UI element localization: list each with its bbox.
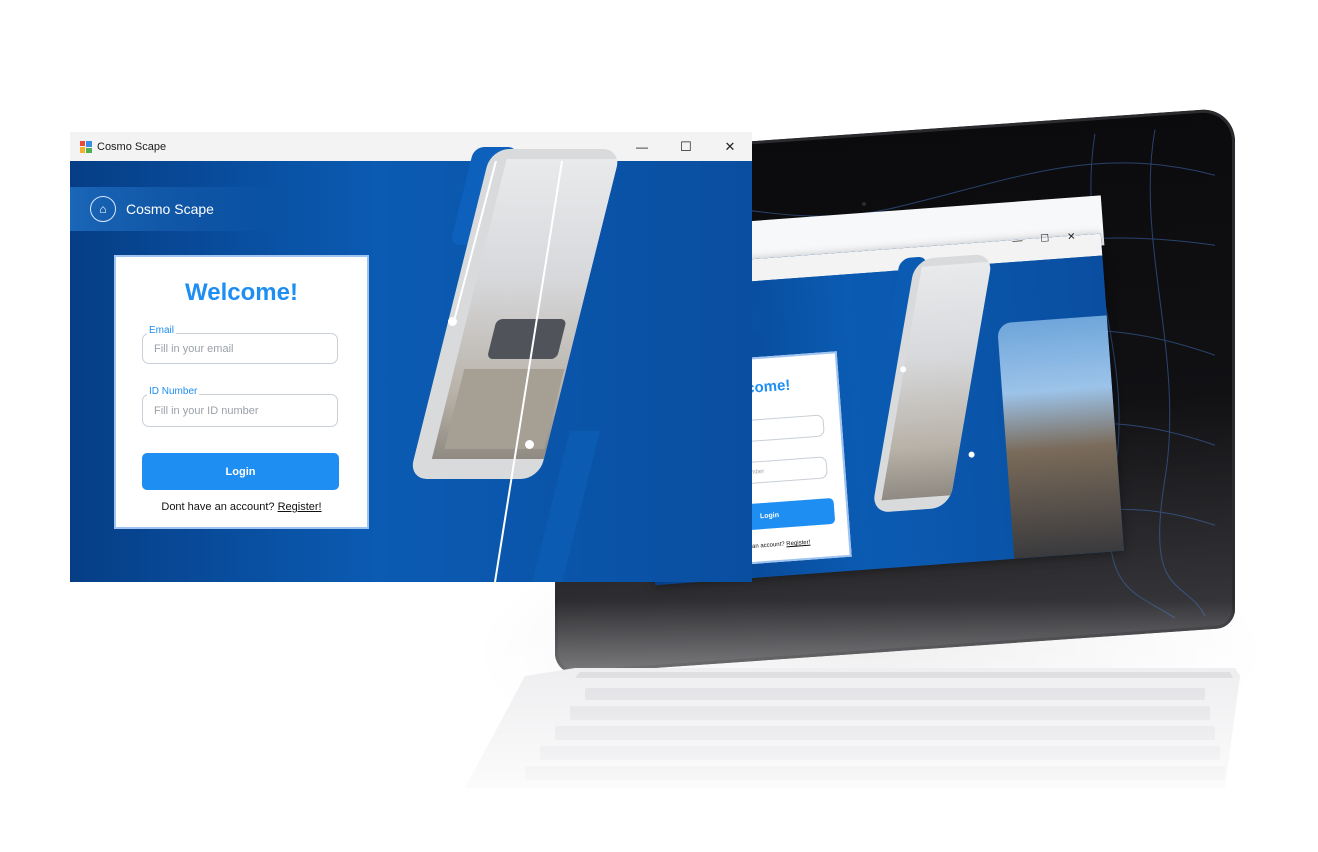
mini-close-button[interactable]: ✕ xyxy=(1067,231,1076,243)
mini-maximize-button[interactable]: ☐ xyxy=(1040,233,1050,245)
main-window-title: Cosmo Scape xyxy=(97,140,167,153)
laptop-keyboard-base xyxy=(465,668,1240,788)
decorative-lines xyxy=(453,161,563,582)
main-app-window: Cosmo Scape — ☐ ✕ ⌂ Cosmo Scape Welcome!… xyxy=(70,132,752,582)
id-number-input[interactable]: Fill in your ID number xyxy=(142,394,338,427)
main-stage: ⌂ Cosmo Scape Welcome! Fill in your emai… xyxy=(70,147,752,582)
mini-register-link[interactable]: Register! xyxy=(786,540,810,548)
decorative-dot xyxy=(448,317,457,326)
building-photo xyxy=(997,315,1125,559)
register-prompt: Dont have an account? xyxy=(161,501,275,513)
brand-name: Cosmo Scape xyxy=(126,201,214,217)
decorative-dot xyxy=(525,440,534,449)
photo-frame xyxy=(871,253,994,514)
decorative-dot xyxy=(968,451,975,458)
email-input[interactable]: Fill in your email xyxy=(142,333,338,364)
brand-bar: ⌂ Cosmo Scape xyxy=(70,187,280,231)
building-icon: ⌂ xyxy=(90,196,116,222)
maximize-button[interactable]: ☐ xyxy=(664,132,708,161)
register-line: Dont have an account? Register! xyxy=(116,501,367,513)
register-link[interactable]: Register! xyxy=(278,501,322,513)
app-window-icon xyxy=(80,140,92,153)
login-card: Welcome! Fill in your email Email Fill i… xyxy=(114,255,369,529)
id-number-label: ID Number xyxy=(147,386,200,397)
welcome-heading: Welcome! xyxy=(185,279,298,306)
main-titlebar: Cosmo Scape — ☐ ✕ xyxy=(70,132,752,161)
main-window-controls: — ☐ ✕ xyxy=(620,132,752,161)
email-label: Email xyxy=(147,325,177,336)
laptop-camera xyxy=(862,202,866,206)
mini-minimize-button[interactable]: — xyxy=(1012,235,1023,247)
close-button[interactable]: ✕ xyxy=(708,132,752,161)
login-button[interactable]: Login xyxy=(142,453,339,490)
minimize-button[interactable]: — xyxy=(620,132,664,161)
